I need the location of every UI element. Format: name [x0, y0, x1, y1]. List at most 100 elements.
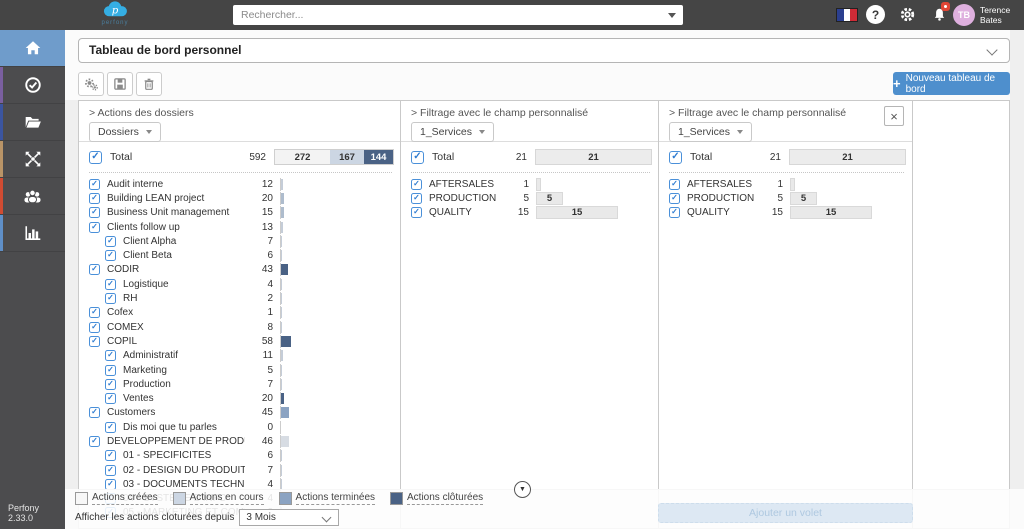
sidebar-item-home[interactable]: [0, 30, 65, 67]
row-bar-zone: [280, 392, 400, 406]
row-checkbox[interactable]: [411, 207, 422, 219]
row-checkbox[interactable]: [89, 321, 100, 333]
sidebar-item-reports[interactable]: [0, 215, 65, 252]
row-checkbox[interactable]: [105, 250, 116, 262]
row-bar: [281, 350, 283, 362]
sidebar-item-folders[interactable]: [0, 104, 65, 141]
row-checkbox[interactable]: [411, 192, 422, 204]
dashboard-save-button[interactable]: [107, 72, 133, 96]
add-panel-button[interactable]: Ajouter un volet: [658, 503, 913, 523]
footer-bar: Actions créées Actions en cours Actions te…: [65, 489, 1024, 529]
sidebar-item-contacts[interactable]: [0, 178, 65, 215]
total-row: Total 21 21: [401, 142, 658, 170]
dashboard-selector[interactable]: Tableau de bord personnel: [78, 38, 1010, 63]
row-checkbox[interactable]: [89, 435, 100, 447]
row-value: 15: [517, 207, 529, 219]
dashboard-settings-button[interactable]: [78, 72, 104, 96]
legend-label[interactable]: Actions créées: [92, 492, 158, 505]
row-bar-zone: [280, 406, 400, 420]
row-checkbox[interactable]: [89, 264, 100, 276]
row-bar-zone: [280, 349, 400, 363]
app-logo[interactable]: p perfony: [84, 1, 146, 30]
row-label: Client Beta: [123, 250, 172, 262]
row-bar-zone: [280, 234, 400, 248]
dashboard-delete-button[interactable]: [136, 72, 162, 96]
row-label: Business Unit management: [107, 207, 230, 219]
row-bar: 5: [790, 191, 817, 205]
row-checkbox[interactable]: [89, 221, 100, 233]
row-bar-zone: [280, 191, 400, 205]
close-panel-button[interactable]: [884, 106, 904, 126]
row-checkbox[interactable]: [105, 278, 116, 290]
row-checkbox[interactable]: [89, 178, 100, 190]
row-bar-zone: [280, 177, 400, 191]
total-checkbox[interactable]: [89, 150, 102, 164]
total-checkbox[interactable]: [411, 150, 424, 164]
panel-title: > Filtrage avec le champ personnalisé: [411, 107, 589, 119]
row-checkbox[interactable]: [669, 178, 680, 190]
row-checkbox[interactable]: [411, 178, 422, 190]
row-label: Customers: [107, 407, 156, 419]
row-value: 1: [777, 178, 783, 190]
list-item: Clients follow up 13: [79, 220, 400, 234]
list-item: Production 7: [79, 377, 400, 391]
row-checkbox[interactable]: [89, 307, 100, 319]
row-checkbox[interactable]: [105, 364, 116, 376]
language-flag-fr[interactable]: [836, 8, 858, 22]
sidebar-item-meetings[interactable]: [0, 141, 65, 178]
row-checkbox[interactable]: [669, 207, 680, 219]
row-value: 45: [261, 407, 273, 419]
panel-field-dropdown[interactable]: 1_Services: [669, 122, 752, 142]
row-value: 7: [267, 464, 273, 476]
new-dashboard-button[interactable]: Nouveau tableau de bord: [893, 72, 1010, 95]
row-checkbox[interactable]: [105, 350, 116, 362]
notification-badge: [941, 2, 950, 11]
bar-segment: 272: [275, 150, 330, 164]
legend-label[interactable]: Actions en cours: [189, 492, 264, 505]
closed-since-select[interactable]: 3 Mois: [239, 509, 340, 526]
row-checkbox[interactable]: [89, 207, 100, 219]
list-item: Client Alpha 7: [79, 234, 400, 248]
row-bar-zone: [280, 363, 400, 377]
row-checkbox[interactable]: [105, 464, 116, 476]
row-checkbox[interactable]: [89, 192, 100, 204]
settings-gear-icon[interactable]: [898, 5, 917, 24]
row-checkbox[interactable]: [105, 235, 116, 247]
plus-icon: [893, 76, 901, 91]
scroll-down-button[interactable]: [514, 481, 531, 498]
help-icon[interactable]: ?: [866, 5, 885, 24]
panel-field-dropdown[interactable]: Dossiers: [89, 122, 161, 142]
panel-header: > Filtrage avec le champ personnalisé 1_S…: [659, 101, 912, 142]
check-circle-icon: [24, 77, 41, 93]
row-checkbox[interactable]: [105, 393, 116, 405]
row-checkbox[interactable]: [105, 293, 116, 305]
row-bar: [281, 178, 283, 190]
panel-2: > Filtrage avec le champ personnalisé 1_S…: [401, 101, 659, 528]
row-value: 43: [261, 264, 273, 276]
row-checkbox[interactable]: [669, 192, 680, 204]
total-checkbox[interactable]: [669, 150, 682, 164]
users-icon: [24, 189, 41, 203]
stripe: [0, 141, 3, 177]
user-avatar[interactable]: TB: [953, 4, 975, 26]
legend-swatch: [75, 492, 88, 505]
row-checkbox[interactable]: [105, 378, 116, 390]
row-label: DEVELOPPEMENT DE PRODUIT: [107, 435, 245, 447]
row-bar-zone: 15: [536, 206, 658, 220]
row-label: CODIR: [107, 264, 140, 276]
legend-label[interactable]: Actions clôturées: [407, 492, 484, 505]
row-checkbox[interactable]: [89, 335, 100, 347]
search-input[interactable]: [233, 5, 683, 25]
search-dropdown-caret-icon[interactable]: [668, 13, 676, 18]
row-checkbox[interactable]: [89, 407, 100, 419]
panel-field-dropdown[interactable]: 1_Services: [411, 122, 494, 142]
row-checkbox[interactable]: [105, 421, 116, 433]
row-value: 8: [267, 321, 273, 333]
row-value: 4: [267, 278, 273, 290]
legend-label[interactable]: Actions terminées: [295, 492, 376, 505]
row-checkbox[interactable]: [105, 450, 116, 462]
total-stacked-bar: 272 167 144: [274, 149, 394, 165]
sidebar-item-actions[interactable]: [0, 67, 65, 104]
row-bar: [281, 378, 282, 390]
row-label: Production: [123, 378, 171, 390]
